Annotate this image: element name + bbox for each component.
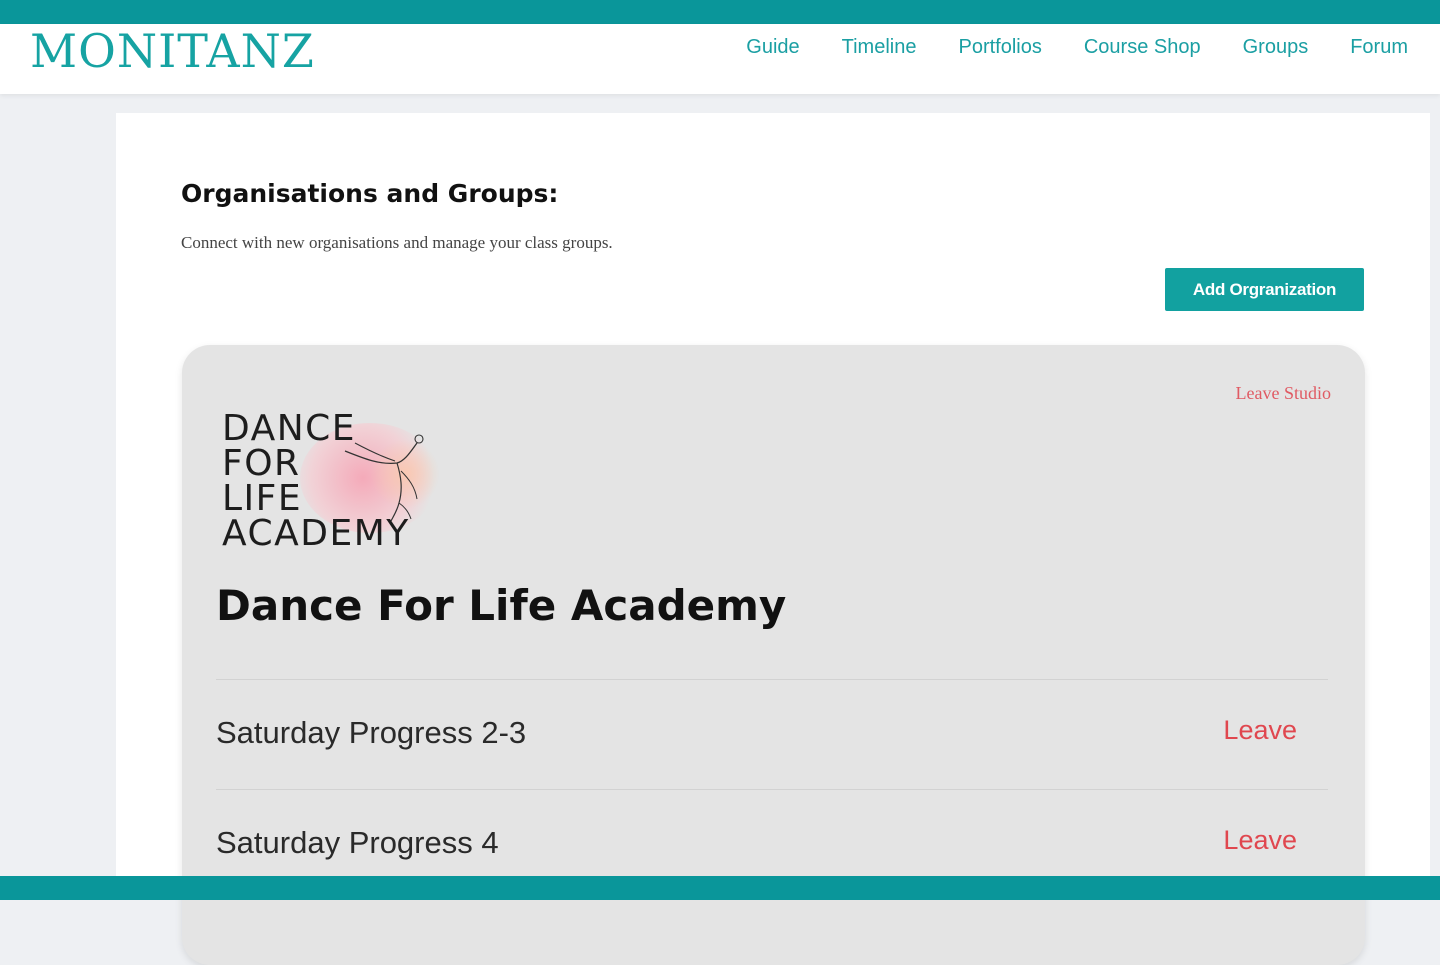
site-header: MONITANZ Guide Timeline Portfolios Cours… — [0, 24, 1440, 94]
nav-forum[interactable]: Forum — [1350, 36, 1408, 59]
nav-guide[interactable]: Guide — [746, 36, 799, 59]
group-name: Saturday Progress 4 — [216, 825, 499, 860]
content-panel: Organisations and Groups: Connect with n… — [116, 113, 1430, 965]
main-nav: Guide Timeline Portfolios Course Shop Gr… — [746, 36, 1408, 59]
logo-line: LIFE — [222, 478, 303, 519]
divider — [216, 679, 1328, 680]
page-subtitle: Connect with new organisations and manag… — [181, 233, 613, 252]
logo-wordmark: DANCE FOR LIFE ACADEMY — [222, 408, 410, 554]
leave-group-button[interactable]: Leave — [1223, 715, 1297, 746]
page-title: Organisations and Groups: — [181, 179, 559, 208]
add-organization-button[interactable]: Add Orgranization — [1165, 268, 1364, 311]
group-name: Saturday Progress 2-3 — [216, 715, 527, 750]
organization-logo: DANCE FOR LIFE ACADEMY — [220, 409, 450, 559]
top-accent-bar — [0, 0, 1440, 24]
bottom-accent-bar — [0, 876, 1440, 900]
nav-timeline[interactable]: Timeline — [842, 36, 917, 59]
logo-line: ACADEMY — [222, 513, 410, 554]
logo-line: FOR — [222, 443, 301, 484]
leave-studio-link[interactable]: Leave Studio — [1236, 383, 1331, 404]
nav-course-shop[interactable]: Course Shop — [1084, 36, 1201, 59]
site-logo[interactable]: MONITANZ — [30, 26, 315, 76]
logo-line: DANCE — [222, 408, 357, 449]
nav-groups[interactable]: Groups — [1243, 36, 1309, 59]
organization-name: Dance For Life Academy — [216, 581, 787, 630]
leave-group-button[interactable]: Leave — [1223, 825, 1297, 856]
nav-portfolios[interactable]: Portfolios — [958, 36, 1041, 59]
divider — [216, 789, 1328, 790]
organization-card: Leave Studio DANCE FOR LIFE ACADEMY Danc… — [182, 345, 1365, 965]
